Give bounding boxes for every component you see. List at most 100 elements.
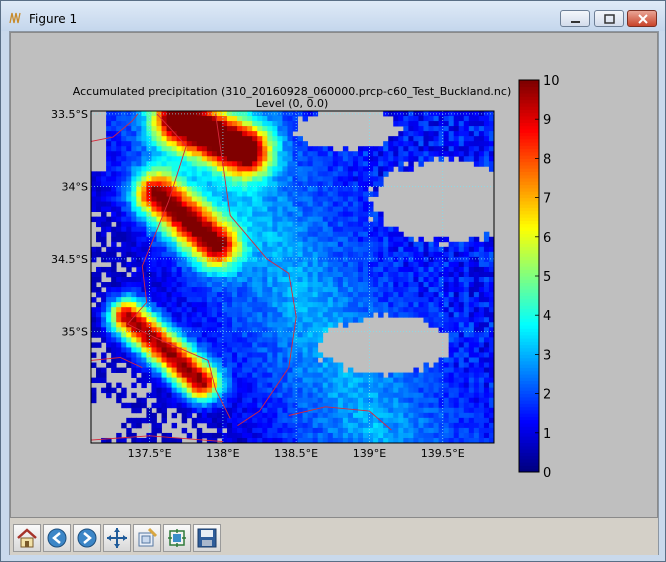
heatmap-cell: [478, 256, 485, 263]
heatmap-cell: [398, 161, 404, 167]
heatmap-cell: [252, 282, 258, 288]
heatmap-cell: [196, 166, 203, 172]
heatmap-cell: [237, 302, 243, 308]
heatmap-cell: [473, 337, 480, 343]
heatmap-cell: [252, 377, 258, 384]
heatmap-cell: [176, 116, 183, 122]
heatmap-cell: [171, 116, 178, 122]
colorbar-segment: [519, 331, 539, 336]
heatmap-cell: [322, 246, 329, 253]
heatmap-cell: [292, 292, 298, 298]
heatmap-cell: [287, 307, 293, 313]
heatmap-cell: [357, 201, 364, 207]
heatmap-cell: [277, 251, 283, 258]
heatmap-cell: [453, 407, 460, 414]
colorbar-segment: [519, 148, 539, 153]
heatmap-cell: [96, 171, 102, 177]
heatmap-cell: [468, 236, 475, 243]
heatmap-cell: [247, 337, 253, 343]
heatmap-cell: [423, 271, 429, 278]
heatmap-cell: [227, 201, 233, 207]
heatmap-cell: [468, 156, 475, 162]
heatmap-cell: [277, 387, 283, 394]
maximize-button[interactable]: [594, 10, 624, 27]
heatmap-cell: [408, 282, 414, 288]
heatmap-cell: [438, 251, 445, 258]
heatmap-cell: [327, 151, 334, 157]
forward-button[interactable]: [73, 524, 101, 552]
heatmap-cell: [211, 407, 218, 414]
pan-button[interactable]: [103, 524, 131, 552]
heatmap-cell: [211, 362, 218, 368]
heatmap-cell: [232, 236, 238, 243]
colorbar-segment: [519, 367, 539, 372]
colorbar-segment: [519, 295, 539, 300]
heatmap-cell: [312, 317, 319, 323]
heatmap-cell: [242, 266, 248, 273]
heatmap-cell: [403, 302, 409, 308]
heatmap-cell: [242, 246, 248, 253]
heatmap-cell: [166, 251, 172, 258]
heatmap-cell: [176, 352, 183, 358]
heatmap-cell: [136, 332, 142, 338]
back-button[interactable]: [43, 524, 71, 552]
heatmap-cell: [272, 136, 278, 142]
save-button[interactable]: [193, 524, 221, 552]
heatmap-cell: [458, 277, 465, 283]
heatmap-cell: [317, 292, 324, 298]
heatmap-cell: [151, 256, 157, 263]
heatmap-cell: [443, 432, 450, 439]
heatmap-cell: [317, 201, 324, 207]
title-bar[interactable]: Figure 1: [1, 1, 665, 31]
heatmap-cell: [247, 377, 253, 384]
heatmap-cell: [478, 352, 485, 358]
heatmap-cell: [282, 136, 288, 142]
heatmap-cell: [332, 392, 339, 399]
heatmap-cell: [237, 116, 243, 122]
heatmap-cell: [302, 191, 309, 197]
heatmap-cell: [312, 151, 319, 157]
heatmap-cell: [121, 327, 127, 333]
heatmap-cell: [272, 372, 278, 379]
heatmap-cell: [428, 387, 434, 394]
home-button[interactable]: [13, 524, 41, 552]
heatmap-cell: [242, 387, 248, 394]
heatmap-cell: [171, 216, 178, 223]
heatmap-cell: [418, 432, 424, 439]
heatmap-cell: [272, 111, 278, 117]
heatmap-cell: [282, 271, 288, 278]
heatmap-cell: [181, 176, 188, 182]
heatmap-cell: [468, 432, 475, 439]
heatmap-cell: [438, 327, 445, 333]
heatmap-cell: [141, 226, 147, 233]
heatmap-cell: [232, 191, 238, 197]
heatmap-cell: [342, 377, 349, 384]
heatmap-cell: [171, 377, 178, 384]
heatmap-cell: [418, 251, 424, 258]
minimize-button[interactable]: [560, 10, 590, 27]
heatmap-cell: [247, 246, 253, 253]
heatmap-cell: [342, 322, 349, 328]
heatmap-cell: [317, 221, 324, 228]
heatmap-cell: [302, 377, 309, 384]
heatmap-cell: [161, 271, 167, 278]
heatmap-cell: [136, 342, 142, 348]
zoom-button[interactable]: [133, 524, 161, 552]
heatmap-cell: [121, 422, 127, 429]
heatmap-cell: [242, 317, 248, 323]
heatmap-cell: [393, 387, 399, 394]
heatmap-cell: [327, 317, 334, 323]
subplots-button[interactable]: [163, 524, 191, 552]
close-button[interactable]: [627, 10, 657, 27]
heatmap-cell: [408, 246, 414, 253]
heatmap-cell: [463, 292, 470, 298]
heatmap-cell: [282, 216, 288, 223]
heatmap-cell: [161, 196, 167, 202]
heatmap-cell: [267, 427, 273, 434]
heatmap-cell: [453, 121, 460, 127]
colorbar-segment: [519, 393, 539, 398]
figure-canvas[interactable]: Accumulated precipitation (310_20160928_…: [10, 32, 658, 518]
window-title: Figure 1: [29, 12, 78, 26]
heatmap-cell: [201, 176, 208, 182]
heatmap-cell: [423, 367, 429, 373]
